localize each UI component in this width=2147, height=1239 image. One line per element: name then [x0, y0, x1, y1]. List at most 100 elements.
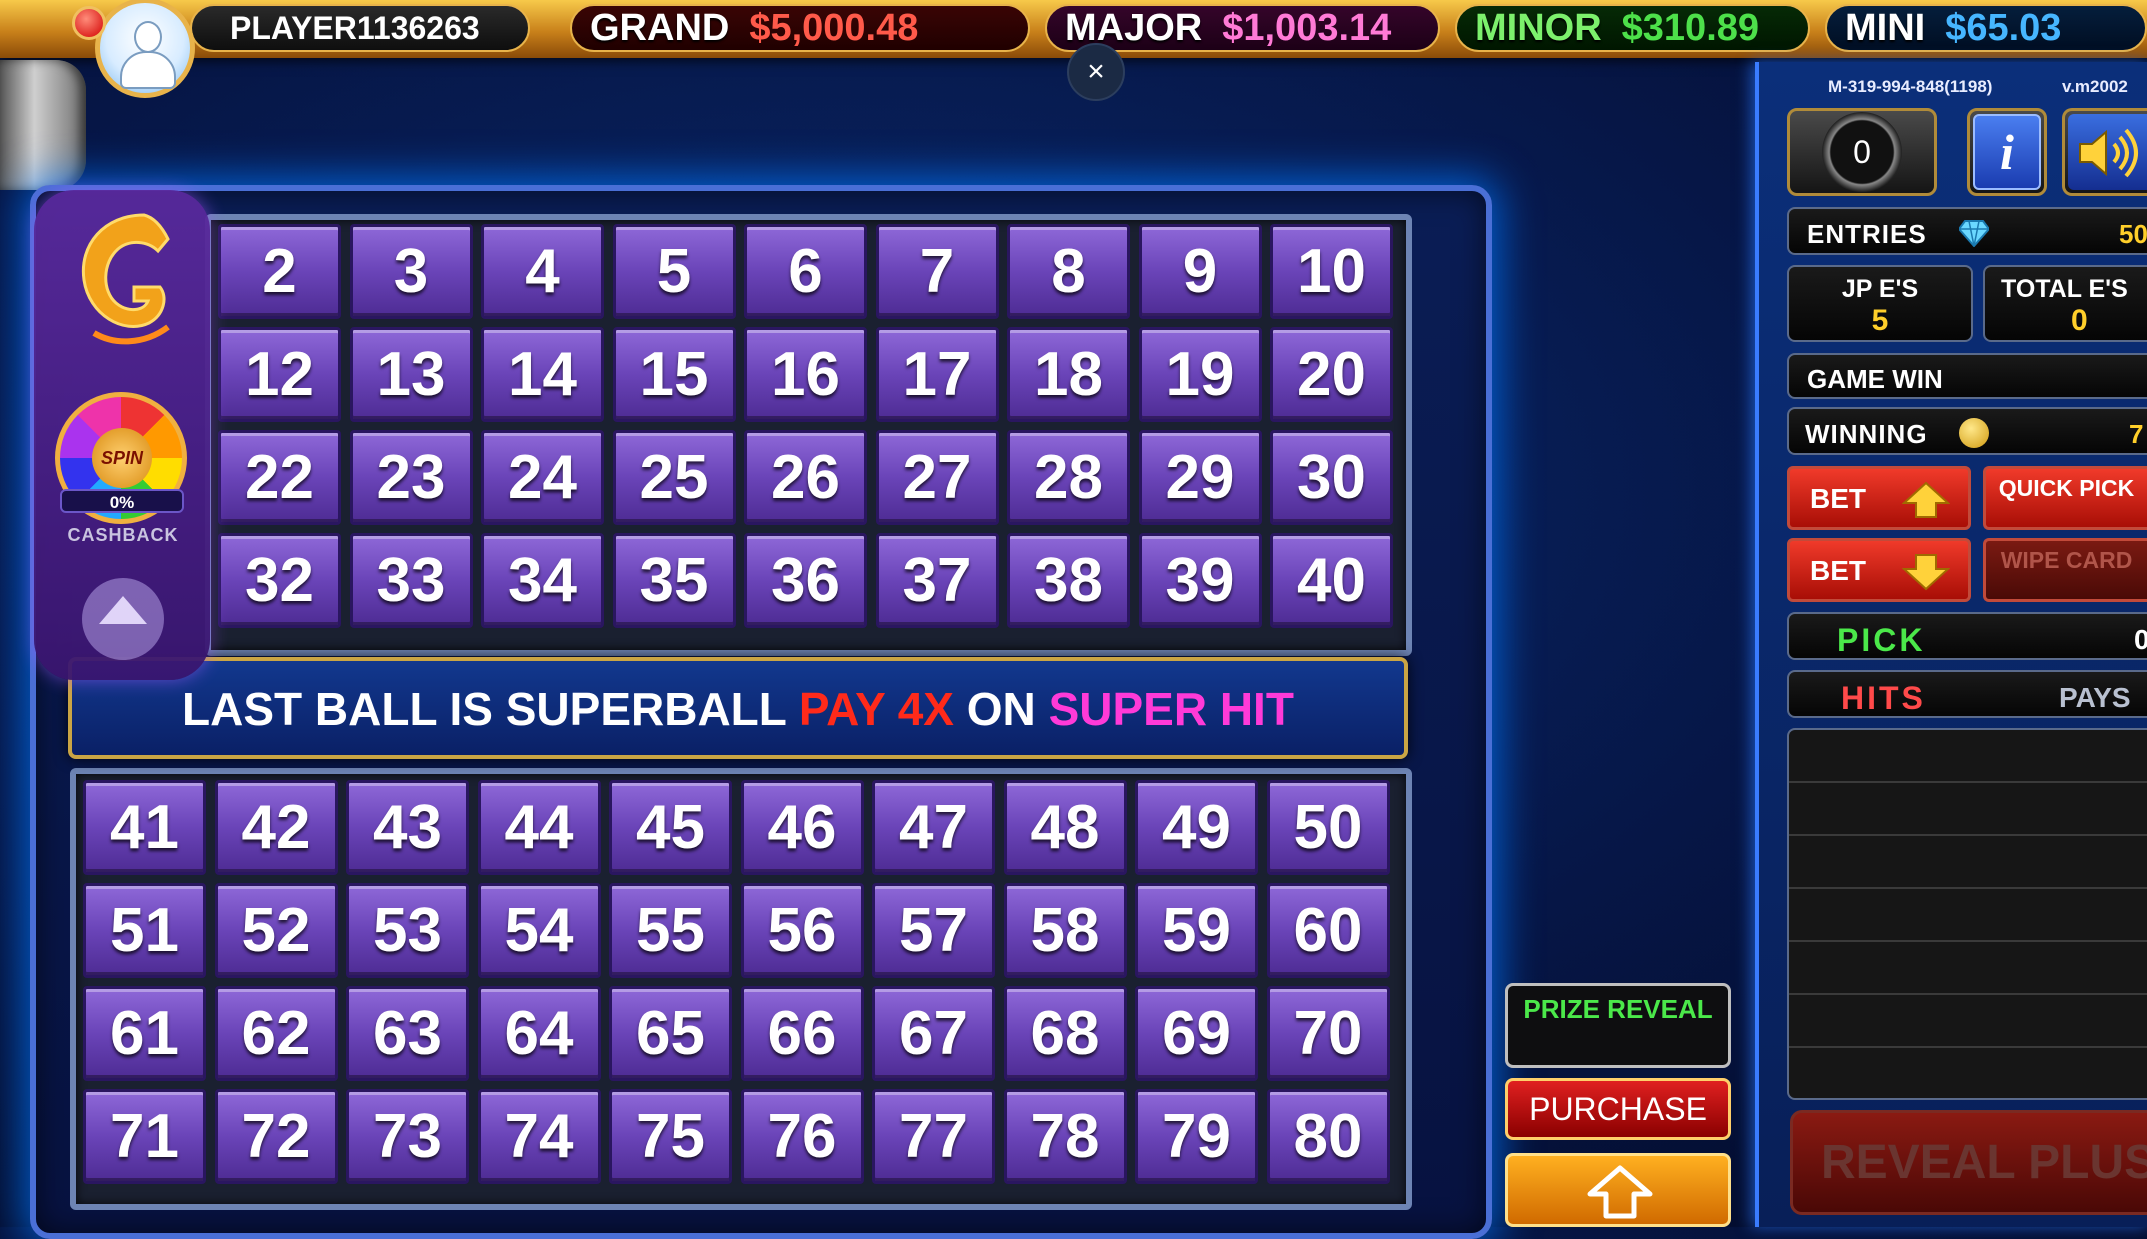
number-cell-80[interactable]: 80: [1266, 1089, 1390, 1184]
number-cell-9[interactable]: 9: [1138, 224, 1262, 319]
number-cell-23[interactable]: 23: [349, 430, 473, 525]
paytable: [1787, 728, 2147, 1100]
jackpot-mini: MINI $65.03: [1825, 4, 2147, 52]
prize-reveal-button[interactable]: PRIZE REVEAL: [1505, 983, 1731, 1068]
number-cell-76[interactable]: 76: [740, 1089, 864, 1184]
player-avatar[interactable]: [95, 0, 195, 98]
notification-dot-icon[interactable]: [72, 6, 106, 40]
number-cell-41[interactable]: 41: [83, 780, 206, 875]
number-cell-56[interactable]: 56: [740, 883, 864, 978]
number-cell-10[interactable]: 10: [1270, 224, 1393, 319]
number-cell-13[interactable]: 13: [349, 327, 473, 422]
number-cell-14[interactable]: 14: [481, 327, 604, 422]
number-cell-74[interactable]: 74: [477, 1089, 601, 1184]
sound-button[interactable]: [2068, 114, 2147, 190]
number-cell-7[interactable]: 7: [875, 224, 999, 319]
number-cell-36[interactable]: 36: [744, 533, 867, 628]
jackpot-value: $310.89: [1621, 6, 1760, 49]
number-cell-70[interactable]: 70: [1266, 986, 1390, 1081]
number-cell-2[interactable]: 2: [218, 224, 341, 319]
number-cell-63[interactable]: 63: [346, 986, 469, 1081]
number-cell-27[interactable]: 27: [875, 430, 999, 525]
number-cell-15[interactable]: 15: [612, 327, 736, 422]
number-cell-55[interactable]: 55: [609, 883, 732, 978]
number-cell-4[interactable]: 4: [481, 224, 604, 319]
number-cell-38[interactable]: 38: [1007, 533, 1130, 628]
number-cell-52[interactable]: 52: [214, 883, 338, 978]
number-cell-77[interactable]: 77: [872, 1089, 995, 1184]
number-cell-72[interactable]: 72: [214, 1089, 338, 1184]
number-cell-30[interactable]: 30: [1270, 430, 1393, 525]
number-cell-47[interactable]: 47: [872, 780, 995, 875]
bet-up-button[interactable]: BET: [1787, 466, 1971, 530]
number-cell-75[interactable]: 75: [609, 1089, 732, 1184]
number-cell-60[interactable]: 60: [1266, 883, 1390, 978]
number-cell-57[interactable]: 57: [872, 883, 995, 978]
number-cell-5[interactable]: 5: [612, 224, 736, 319]
number-cell-26[interactable]: 26: [744, 430, 867, 525]
info-icon[interactable]: i: [1973, 114, 2041, 190]
number-cell-25[interactable]: 25: [612, 430, 736, 525]
number-cell-20[interactable]: 20: [1270, 327, 1393, 422]
number-cell-46[interactable]: 46: [740, 780, 864, 875]
number-cell-35[interactable]: 35: [612, 533, 736, 628]
collapse-button[interactable]: [1505, 1153, 1731, 1227]
number-cell-37[interactable]: 37: [875, 533, 999, 628]
number-cell-50[interactable]: 50: [1266, 780, 1390, 875]
bet-down-button[interactable]: BET: [1787, 538, 1971, 602]
pick-label: PICK: [1837, 622, 1926, 658]
number-cell-22[interactable]: 22: [218, 430, 341, 525]
number-cell-65[interactable]: 65: [609, 986, 732, 1081]
number-cell-73[interactable]: 73: [346, 1089, 469, 1184]
pick-value: 0: [2134, 624, 2147, 655]
number-cell-45[interactable]: 45: [609, 780, 732, 875]
number-cell-49[interactable]: 49: [1135, 780, 1258, 875]
number-cell-54[interactable]: 54: [477, 883, 601, 978]
number-cell-40[interactable]: 40: [1270, 533, 1393, 628]
number-cell-66[interactable]: 66: [740, 986, 864, 1081]
jackpot-name: GRAND: [590, 6, 730, 49]
number-cell-67[interactable]: 67: [872, 986, 995, 1081]
number-cell-42[interactable]: 42: [214, 780, 338, 875]
purchase-button[interactable]: PURCHASE: [1505, 1078, 1731, 1140]
total-entries-label: TOTAL E'S: [2001, 275, 2128, 303]
quick-pick-button[interactable]: QUICK PICK: [1983, 466, 2147, 530]
number-cell-12[interactable]: 12: [218, 327, 341, 422]
number-cell-59[interactable]: 59: [1135, 883, 1258, 978]
close-icon[interactable]: ×: [1067, 43, 1125, 101]
number-cell-43[interactable]: 43: [346, 780, 469, 875]
banner-on: ON: [966, 683, 1036, 735]
number-cell-34[interactable]: 34: [481, 533, 604, 628]
wipe-card-button[interactable]: WIPE CARD: [1983, 538, 2147, 602]
scroll-up-icon[interactable]: [82, 578, 164, 660]
number-cell-58[interactable]: 58: [1003, 883, 1127, 978]
number-cell-53[interactable]: 53: [346, 883, 469, 978]
number-cell-69[interactable]: 69: [1135, 986, 1258, 1081]
number-cell-64[interactable]: 64: [477, 986, 601, 1081]
number-cell-44[interactable]: 44: [477, 780, 601, 875]
number-cell-78[interactable]: 78: [1003, 1089, 1127, 1184]
number-cell-16[interactable]: 16: [744, 327, 867, 422]
number-cell-24[interactable]: 24: [481, 430, 604, 525]
number-cell-39[interactable]: 39: [1138, 533, 1262, 628]
number-cell-32[interactable]: 32: [218, 533, 341, 628]
number-cell-48[interactable]: 48: [1003, 780, 1127, 875]
number-cell-3[interactable]: 3: [349, 224, 473, 319]
number-cell-51[interactable]: 51: [83, 883, 206, 978]
number-cell-68[interactable]: 68: [1003, 986, 1127, 1081]
number-cell-8[interactable]: 8: [1007, 224, 1130, 319]
number-cell-17[interactable]: 17: [875, 327, 999, 422]
number-cell-18[interactable]: 18: [1007, 327, 1130, 422]
spin-label[interactable]: SPIN: [92, 428, 152, 488]
number-cell-62[interactable]: 62: [214, 986, 338, 1081]
number-cell-79[interactable]: 79: [1135, 1089, 1258, 1184]
player-name-pill: PLAYER1136263: [190, 4, 530, 52]
reveal-plus-button[interactable]: REVEAL PLUS: [1790, 1110, 2147, 1215]
number-cell-6[interactable]: 6: [744, 224, 867, 319]
number-cell-19[interactable]: 19: [1138, 327, 1262, 422]
number-cell-71[interactable]: 71: [83, 1089, 206, 1184]
number-cell-61[interactable]: 61: [83, 986, 206, 1081]
number-cell-33[interactable]: 33: [349, 533, 473, 628]
number-cell-29[interactable]: 29: [1138, 430, 1262, 525]
number-cell-28[interactable]: 28: [1007, 430, 1130, 525]
